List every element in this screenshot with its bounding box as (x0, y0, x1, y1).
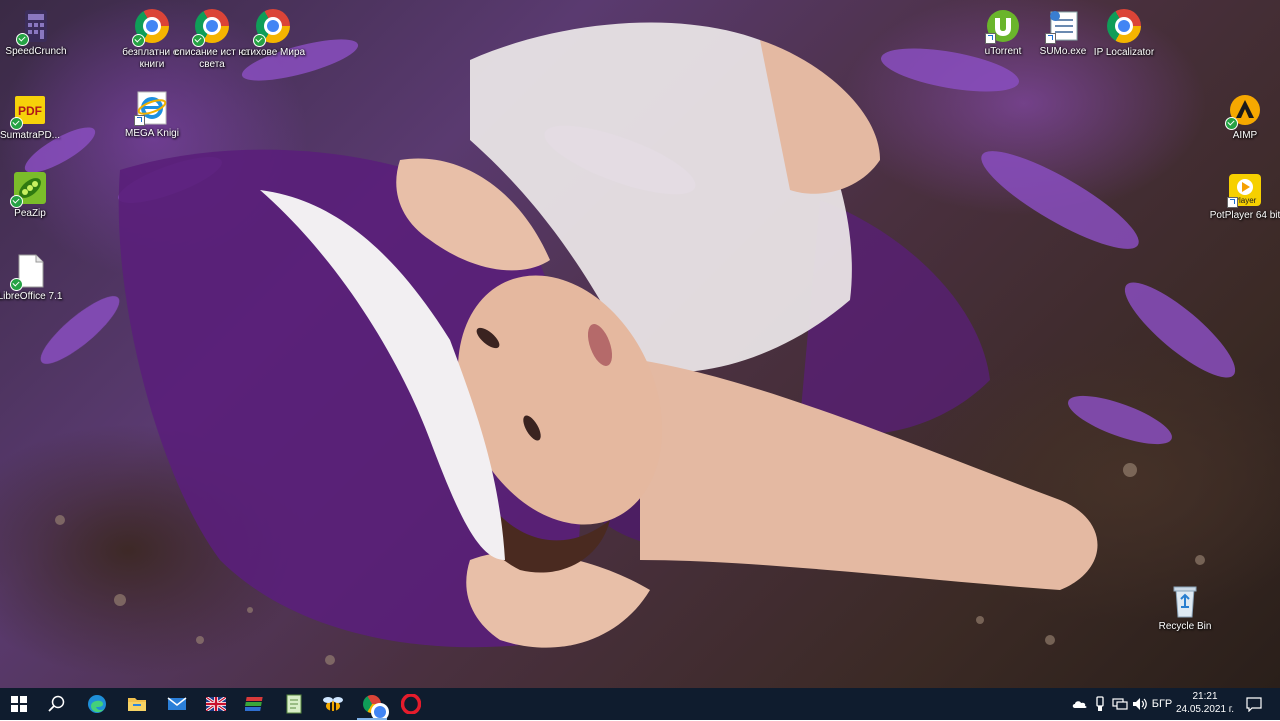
desktop-icon-potplayer[interactable]: Player PotPlayer 64 bit (1207, 172, 1280, 222)
taskbar-chrome[interactable] (353, 688, 391, 721)
tray-onedrive[interactable] (1070, 688, 1090, 720)
desktop-icon-speedcrunch[interactable]: SpeedCrunch (0, 8, 74, 58)
desktop-icon-aimp[interactable]: AIMP (1207, 92, 1280, 142)
desktop-icon-libreoffice[interactable]: LibreOffice 7.1 (0, 253, 68, 303)
desktop-icon-label: AIMP (1232, 130, 1258, 141)
shortcut-arrow-icon (134, 115, 145, 126)
desktop-icon-label: PeaZip (14, 208, 46, 219)
notification-icon (1246, 696, 1262, 712)
wallpaper-art (24, 22, 1236, 665)
sync-check-icon (192, 34, 205, 47)
speaker-icon (1133, 698, 1147, 710)
taskbar-file-explorer[interactable] (118, 688, 156, 720)
clock-date: 24.05.2021 г. (1175, 704, 1235, 715)
desktop-icon-label: PotPlayer 64 bit (1209, 210, 1280, 221)
uk-flag-icon (206, 697, 226, 711)
desktop-icon-ip-localizator[interactable]: IP Localizator (1086, 8, 1162, 59)
svg-text:PDF: PDF (18, 104, 42, 118)
desktop-icon-label: SpeedCrunch (5, 46, 67, 57)
shortcut-arrow-icon (1045, 33, 1056, 44)
opera-icon (401, 694, 421, 714)
desktop-icon-label: LibreOffice 7.1 (0, 291, 63, 302)
cloud-icon (1072, 701, 1087, 708)
desktop-icon-chrome-poems[interactable]: стихове Мира (235, 8, 311, 59)
desktop-icon-label: MEGA Knigi (125, 128, 179, 139)
sync-check-icon (132, 34, 145, 47)
sync-check-icon (1225, 117, 1238, 130)
windows-start-icon (11, 696, 27, 712)
start-button[interactable] (0, 688, 38, 720)
desktop-icon-peazip[interactable]: PeaZip (0, 170, 68, 220)
shortcut-arrow-icon (985, 33, 996, 44)
desktop-icon-sumatrapdf[interactable]: PDF SumatraPD... (0, 92, 68, 142)
tray-usb[interactable] (1090, 688, 1110, 720)
recycle-bin-icon (1173, 586, 1197, 618)
action-center-button[interactable] (1240, 688, 1268, 720)
notepad-icon (286, 694, 302, 714)
taskbar-bee-app[interactable] (314, 688, 352, 720)
mail-icon (167, 697, 187, 710)
sync-check-icon (10, 117, 23, 130)
edge-icon (88, 695, 106, 713)
chrome-icon (363, 695, 389, 721)
clock-time: 21:21 (1192, 691, 1218, 702)
bee-icon (323, 697, 343, 711)
file-explorer-icon (128, 698, 146, 711)
chrome-icon (1107, 9, 1141, 43)
taskbar-stacked-books[interactable] (236, 688, 274, 720)
taskbar-edge[interactable] (78, 688, 116, 720)
stacked-books-icon (245, 697, 263, 711)
taskbar: БГР 21:21 24.05.2021 г. (0, 688, 1280, 721)
shortcut-arrow-icon (1227, 197, 1238, 208)
taskbar-notepad[interactable] (275, 688, 313, 720)
taskbar-uk-flag[interactable] (197, 688, 235, 720)
desktop-icon-label: IP Localizator (1093, 47, 1155, 58)
search-button[interactable] (38, 688, 76, 720)
desktop-icon-label: SumatraPD... (0, 130, 61, 141)
sync-check-icon (10, 278, 23, 291)
tray-network[interactable] (1110, 688, 1130, 720)
desktop-icon-recycle-bin[interactable]: Recycle Bin (1147, 583, 1223, 633)
taskbar-clock[interactable]: 21:21 24.05.2021 г. (1170, 690, 1240, 716)
tray-volume[interactable] (1130, 688, 1150, 720)
search-icon (48, 695, 65, 712)
desktop-icon-mega-knigi[interactable]: MEGA Knigi (114, 90, 190, 140)
sync-check-icon (10, 195, 23, 208)
network-icon (1112, 698, 1128, 710)
desktop-wallpaper (0, 0, 1280, 688)
sync-check-icon (16, 33, 29, 46)
sync-check-icon (253, 34, 266, 47)
taskbar-opera[interactable] (392, 688, 430, 720)
usb-eject-icon (1096, 696, 1104, 711)
desktop-icon-label: Recycle Bin (1158, 621, 1212, 632)
desktop-icon-label: стихове Мира (240, 47, 306, 58)
taskbar-mail[interactable] (158, 688, 196, 720)
